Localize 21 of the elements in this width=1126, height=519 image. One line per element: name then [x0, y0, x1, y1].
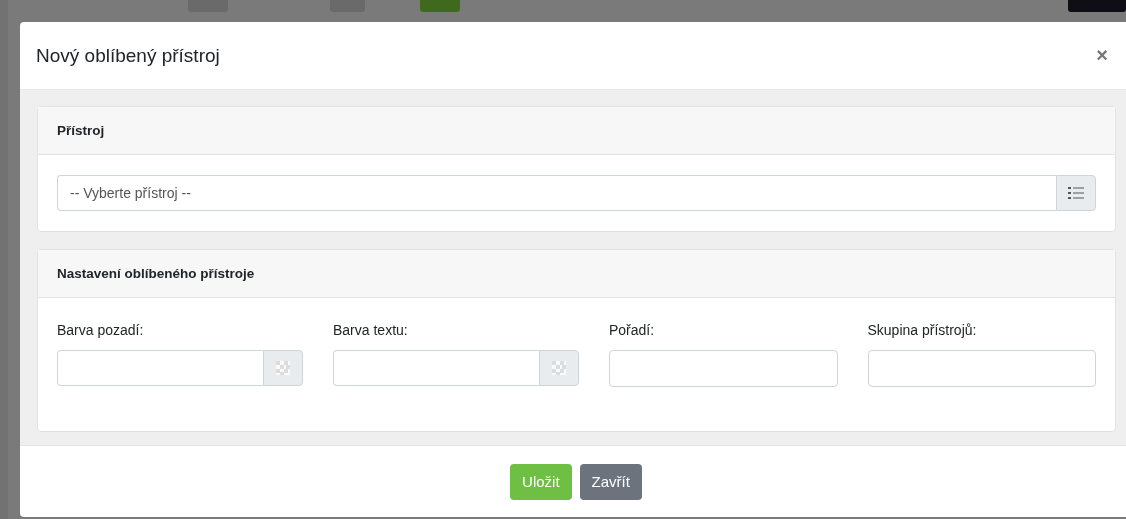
- input-field[interactable]: [867, 350, 1096, 387]
- device-select[interactable]: -- Vyberte přístroj --: [57, 175, 1056, 211]
- field-label: Skupina přístrojů:: [867, 322, 978, 338]
- color-picker-button[interactable]: [263, 350, 303, 386]
- checkerboard-icon: [552, 361, 566, 375]
- close-button[interactable]: Zavřít: [579, 463, 642, 500]
- save-button[interactable]: Uložit: [510, 463, 572, 500]
- list-icon: [1068, 187, 1084, 199]
- color-field[interactable]: [333, 350, 539, 386]
- color-field[interactable]: [57, 350, 263, 386]
- list-button[interactable]: [1056, 175, 1096, 211]
- field-label: Barva pozadí:: [57, 322, 145, 338]
- checkerboard-icon: [276, 361, 290, 375]
- dialog-title: Nový oblíbený přístroj: [36, 44, 220, 67]
- color-picker-button[interactable]: [539, 350, 579, 386]
- section-title: Nastavení oblíbeného přístroje: [57, 266, 255, 281]
- input-field[interactable]: [609, 350, 838, 387]
- field-label: Pořadí:: [609, 322, 656, 338]
- close-button[interactable]: ×: [1092, 44, 1112, 67]
- section-title: Přístroj: [57, 123, 105, 138]
- field-label: Barva textu:: [333, 322, 409, 338]
